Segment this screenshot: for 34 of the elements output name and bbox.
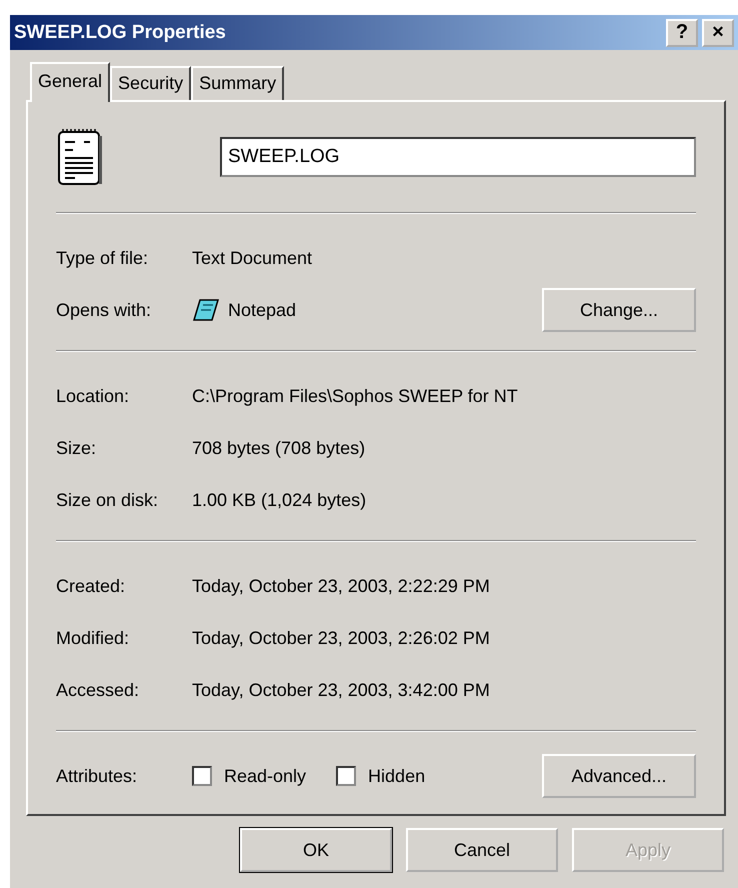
checkbox-label: Read-only bbox=[224, 766, 306, 786]
dialog-button[interactable]: Cancel bbox=[406, 828, 558, 872]
checkbox[interactable] bbox=[336, 766, 356, 786]
tab[interactable]: General bbox=[30, 62, 110, 102]
field-value: 708 bytes (708 bytes) bbox=[192, 438, 366, 458]
change-button[interactable]: Change... bbox=[542, 288, 696, 332]
field-label: Size: bbox=[56, 438, 98, 458]
field-value: Today, October 23, 2003, 2:26:02 PM bbox=[192, 628, 490, 648]
checkbox[interactable] bbox=[192, 766, 212, 786]
tab[interactable]: Security bbox=[110, 66, 192, 100]
field-label: Location: bbox=[56, 386, 130, 406]
text-file-icon bbox=[56, 128, 104, 186]
field-value: Today, October 23, 2003, 3:42:00 PM bbox=[192, 680, 490, 700]
field-label: Accessed: bbox=[56, 680, 140, 700]
file-name-field[interactable]: SWEEP.LOG bbox=[220, 137, 696, 177]
field-label: Modified: bbox=[56, 628, 130, 648]
notepad-icon bbox=[192, 298, 220, 322]
window-title: SWEEP.LOG Properties bbox=[14, 22, 227, 44]
field-value: Today, October 23, 2003, 2:22:29 PM bbox=[192, 576, 490, 596]
field-label: Type of file: bbox=[56, 248, 150, 268]
field-label: Size on disk: bbox=[56, 490, 160, 510]
field-value: 1.00 KB (1,024 bytes) bbox=[192, 490, 366, 510]
help-button[interactable]: ? bbox=[666, 18, 698, 46]
field-value: Notepad bbox=[228, 300, 296, 320]
field-label: Created: bbox=[56, 576, 126, 596]
tab[interactable]: Summary bbox=[191, 66, 284, 100]
field-value: C:\Program Files\Sophos SWEEP for NT bbox=[192, 386, 518, 406]
field-value: Text Document bbox=[192, 248, 312, 268]
advanced-button[interactable]: Advanced... bbox=[542, 754, 696, 798]
field-label: Opens with: bbox=[56, 300, 152, 320]
dialog-button[interactable]: OK bbox=[240, 828, 392, 872]
checkbox-label: Hidden bbox=[368, 766, 426, 786]
field-label: Attributes: bbox=[56, 766, 138, 786]
close-button[interactable]: × bbox=[702, 18, 734, 46]
